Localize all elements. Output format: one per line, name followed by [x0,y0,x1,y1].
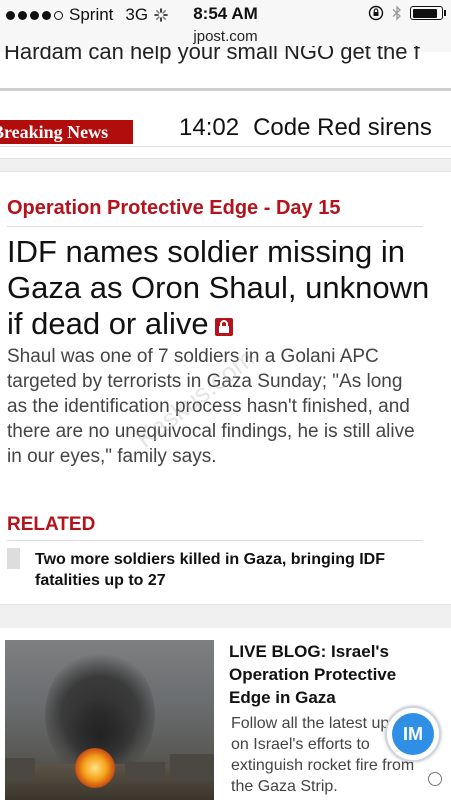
breaking-news-item[interactable]: 14:02 Code Red sirens [179,114,432,142]
status-bar: Sprint 3G 8:54 AM [0,0,451,26]
live-blog-title[interactable]: LIVE BLOG: Israel's Operation Protective… [229,640,439,709]
chat-icon: IM [392,713,434,755]
related-title: RELATED [7,514,96,535]
lock-rotation-icon [368,5,384,21]
status-right [368,5,446,21]
article-headline[interactable]: IDF names soldier missing in Gaza as Oro… [7,234,437,342]
related-article-link[interactable]: Two more soldiers killed in Gaza, bringi… [35,549,415,591]
battery-icon [410,6,446,20]
section-rule [7,226,423,227]
chat-widget-button[interactable]: IM [385,706,441,762]
breaking-news-label: Breaking News [0,120,133,144]
url-domain: jpost.com [193,28,258,45]
breaking-news-text: Code Red sirens [253,114,432,141]
related-rule [7,540,423,541]
promo-banner[interactable]: Hardam can help your small NGO get the f [0,46,451,66]
chat-widget-toggle[interactable] [428,772,442,786]
promo-text: Hardam can help your small NGO get the f [4,46,420,64]
related-bullet-icon [7,548,20,569]
article-section-title[interactable]: Operation Protective Edge - Day 15 [7,197,340,220]
premium-lock-icon [214,318,233,336]
breaking-news-time: 14:02 [179,114,240,141]
header-divider [0,88,451,91]
section-separator-2 [0,604,451,628]
live-blog-image[interactable] [5,640,214,800]
ticker-divider [0,146,451,147]
breaking-news-ticker[interactable]: Breaking News 14:02 Code Red sirens [0,114,451,148]
section-separator [0,158,451,172]
bluetooth-icon [392,5,401,21]
